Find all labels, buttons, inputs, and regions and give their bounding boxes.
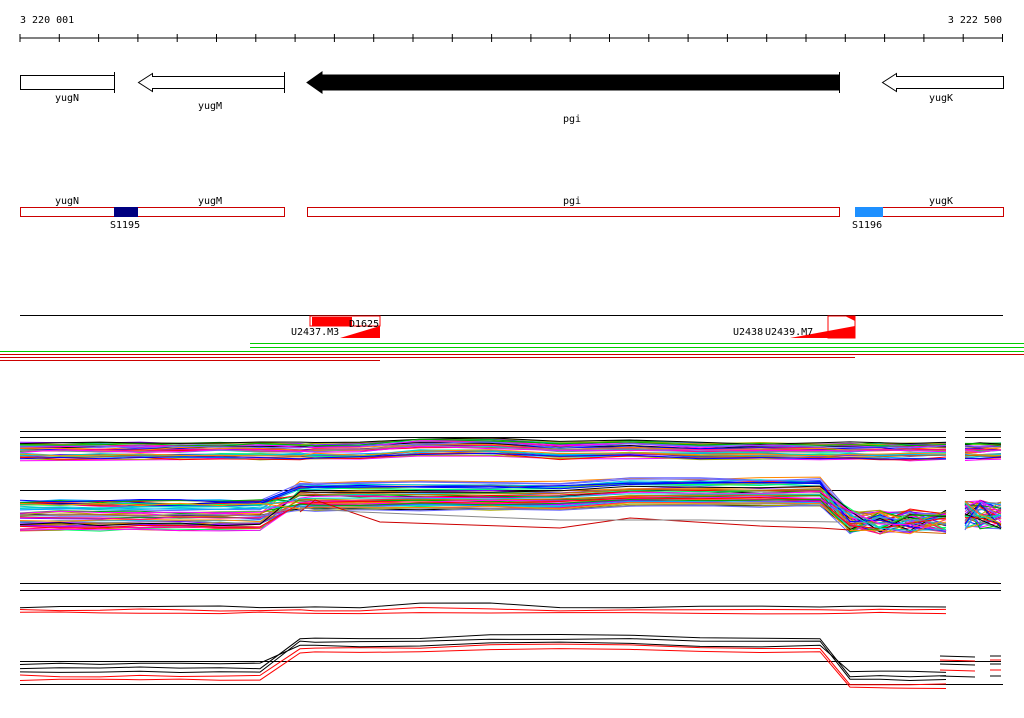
summary-line-right: [940, 664, 975, 665]
summary-line: [20, 608, 946, 612]
summary-line: [20, 612, 946, 614]
ruler-end-label: 3 222 500: [948, 15, 1002, 26]
region-bar-pgi[interactable]: [308, 208, 840, 217]
summary-line: [20, 649, 946, 689]
gene-pgi[interactable]: pgi: [307, 72, 840, 125]
genome-browser: 3 220 001 3 222 500 yugN yugM pgi yugK y…: [0, 0, 1024, 714]
expression-line-right: [965, 459, 1001, 460]
gene-label-yugm: yugM: [198, 101, 222, 112]
expression-track-summary: [20, 584, 1003, 689]
gene-label-yugn: yugN: [55, 93, 79, 104]
summary-line-right: [940, 660, 975, 661]
region-s1195[interactable]: [114, 207, 138, 217]
summary-line: [20, 603, 946, 608]
region-s1196[interactable]: [855, 207, 883, 217]
feature-label-u2439: U2439.M7: [765, 327, 813, 338]
gene-yugn[interactable]: yugN: [21, 72, 115, 104]
gene-label-pgi: pgi: [563, 114, 581, 125]
summary-line-right: [940, 676, 975, 677]
gene-yugm[interactable]: yugM: [139, 72, 285, 112]
feature-label-u2438: U2438: [733, 327, 763, 338]
expression-lines-summary: [20, 603, 1001, 689]
genome-track-view: 3 220 001 3 222 500 yugN yugM pgi yugK y…: [0, 0, 1024, 714]
feature-label-u2437: U2437.M3: [291, 327, 339, 338]
expression-lines-multicolor: [20, 438, 1001, 534]
gene-yugk[interactable]: yugK: [883, 74, 1004, 105]
region-label-yugm: yugM: [198, 196, 222, 207]
region-label-pgi: pgi: [563, 196, 581, 207]
gene-track: yugN yugM pgi yugK: [21, 72, 1004, 125]
gene-label-yugk: yugK: [929, 93, 953, 104]
feature-d1625-fill: [312, 317, 352, 326]
ruler-start-label: 3 220 001: [20, 15, 74, 26]
region-label-s1196: S1196: [852, 220, 882, 231]
region-label-s1195: S1195: [110, 220, 140, 231]
summary-line-right: [940, 656, 975, 657]
region-label-yugn: yugN: [55, 196, 79, 207]
summary-line-right: [940, 670, 975, 671]
expression-track-multicolor: [20, 432, 1001, 535]
feature-label-d1625: D1625: [349, 319, 379, 330]
coordinate-ruler: 3 220 001 3 222 500: [20, 15, 1003, 42]
region-track: yugN yugM pgi yugK S1195 S1196: [21, 196, 1004, 231]
region-bar-yugn-yugm[interactable]: [21, 208, 285, 217]
region-label-yugk: yugK: [929, 196, 953, 207]
feature-track: D1625 U2437.M3 U2438 U2439.M7: [0, 316, 1024, 361]
